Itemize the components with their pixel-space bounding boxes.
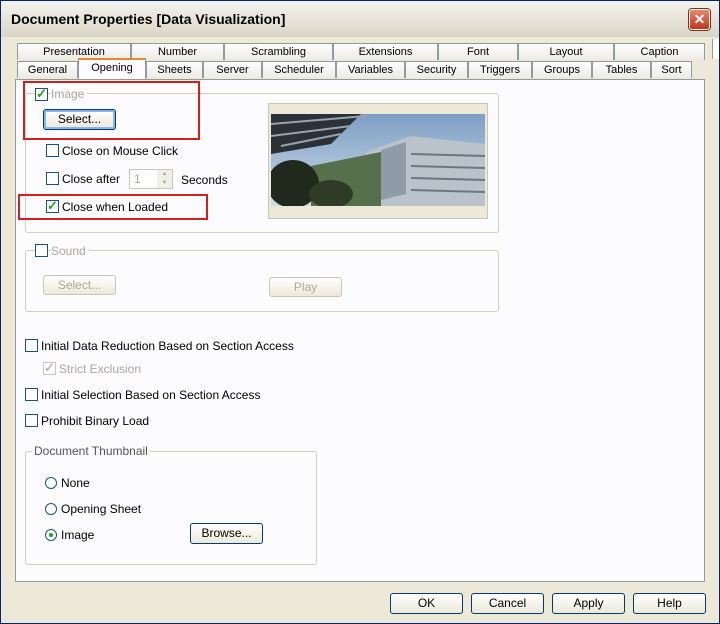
- tab-label: Server: [216, 64, 249, 76]
- tab-label: Groups: [543, 64, 581, 76]
- ok-button[interactable]: OK: [390, 593, 463, 614]
- cancel-button[interactable]: Cancel: [471, 593, 544, 614]
- tab-label: Extensions: [358, 46, 413, 58]
- strict-exclusion-label: Strict Exclusion: [59, 362, 142, 376]
- tab-label: Caption: [640, 46, 679, 58]
- tab-label: Number: [157, 46, 198, 58]
- close-after-value: 1: [134, 172, 141, 186]
- initial-selection-label: Initial Selection Based on Section Acces…: [41, 388, 261, 402]
- apply-button[interactable]: Apply: [552, 593, 625, 614]
- tab-font[interactable]: Font: [438, 43, 518, 60]
- close-after-label: Close after: [62, 172, 121, 186]
- tab-label: Tables: [605, 64, 638, 76]
- spin-up-icon[interactable]: ▲: [157, 170, 172, 179]
- window-edge: [712, 39, 719, 59]
- thumbnail-opening-sheet-label: Opening Sheet: [61, 502, 142, 516]
- seconds-label: Seconds: [181, 173, 228, 187]
- thumbnail-opening-sheet-radio[interactable]: [45, 503, 57, 515]
- tab-security[interactable]: Security: [405, 61, 468, 78]
- document-properties-dialog: Document Properties [Data Visualization]…: [0, 0, 720, 624]
- prohibit-binary-load-checkbox[interactable]: [25, 414, 38, 427]
- tab-sort[interactable]: Sort: [651, 61, 692, 78]
- initial-selection-checkbox[interactable]: [25, 388, 38, 401]
- tab-label: Opening: [91, 62, 133, 74]
- tab-variables[interactable]: Variables: [336, 61, 405, 78]
- tab-label: Presentation: [43, 46, 105, 58]
- thumbnail-image-label: Image: [61, 528, 95, 542]
- prohibit-binary-load-label: Prohibit Binary Load: [41, 414, 150, 428]
- close-on-mouse-click-label: Close on Mouse Click: [62, 144, 179, 158]
- tab-label: Triggers: [480, 64, 520, 76]
- help-button[interactable]: Help: [633, 593, 706, 614]
- title-bar: Document Properties [Data Visualization]…: [1, 1, 719, 37]
- tab-general[interactable]: General: [17, 61, 78, 78]
- tab-label: Scheduler: [274, 64, 324, 76]
- tab-label: Security: [416, 64, 457, 76]
- tab-label: Variables: [347, 64, 394, 76]
- tab-groups[interactable]: Groups: [532, 61, 592, 78]
- initial-data-reduction-label: Initial Data Reduction Based on Section …: [41, 339, 294, 353]
- image-preview: [268, 103, 488, 219]
- initial-data-reduction-checkbox[interactable]: [25, 339, 38, 352]
- close-icon[interactable]: ✕: [689, 9, 710, 30]
- spin-down-icon[interactable]: ▼: [157, 179, 172, 188]
- close-after-seconds-stepper[interactable]: 1 ▲ ▼: [129, 169, 173, 189]
- tab-sheets[interactable]: Sheets: [146, 61, 203, 78]
- tab-server[interactable]: Server: [203, 61, 262, 78]
- thumbnail-none-radio[interactable]: [45, 477, 57, 489]
- tab-scrambling[interactable]: Scrambling: [224, 43, 333, 60]
- strict-exclusion-checkbox[interactable]: [43, 360, 56, 376]
- browse-button[interactable]: Browse...: [190, 523, 263, 544]
- tab-opening[interactable]: Opening: [78, 58, 146, 79]
- tab-extensions[interactable]: Extensions: [333, 43, 438, 60]
- sound-checkbox-label: Sound: [51, 244, 89, 258]
- sound-select-button[interactable]: Select...: [43, 275, 116, 295]
- thumbnail-image-radio[interactable]: [45, 529, 57, 541]
- building-photo: [271, 114, 485, 206]
- tab-label: Sheets: [157, 64, 192, 76]
- thumbnail-none-label: None: [61, 476, 90, 490]
- tab-scheduler[interactable]: Scheduler: [262, 61, 336, 78]
- close-on-mouse-click-checkbox[interactable]: [46, 144, 59, 157]
- highlight-image-select: [23, 81, 200, 140]
- tab-tables[interactable]: Tables: [592, 61, 651, 78]
- window-title: Document Properties [Data Visualization]: [11, 11, 286, 27]
- tab-caption[interactable]: Caption: [614, 43, 705, 60]
- play-button[interactable]: Play: [269, 277, 342, 297]
- document-thumbnail-legend: Document Thumbnail: [32, 444, 150, 458]
- close-after-checkbox[interactable]: [46, 172, 59, 185]
- highlight-close-when-loaded: [18, 194, 208, 220]
- tab-triggers[interactable]: Triggers: [468, 61, 532, 78]
- tab-label: Font: [466, 46, 489, 58]
- sound-checkbox[interactable]: [35, 244, 48, 257]
- tab-layout[interactable]: Layout: [518, 43, 614, 60]
- tab-label: General: [27, 64, 68, 76]
- tab-label: Sort: [661, 64, 682, 76]
- tab-label: Layout: [549, 46, 583, 58]
- tab-label: Scrambling: [250, 46, 307, 58]
